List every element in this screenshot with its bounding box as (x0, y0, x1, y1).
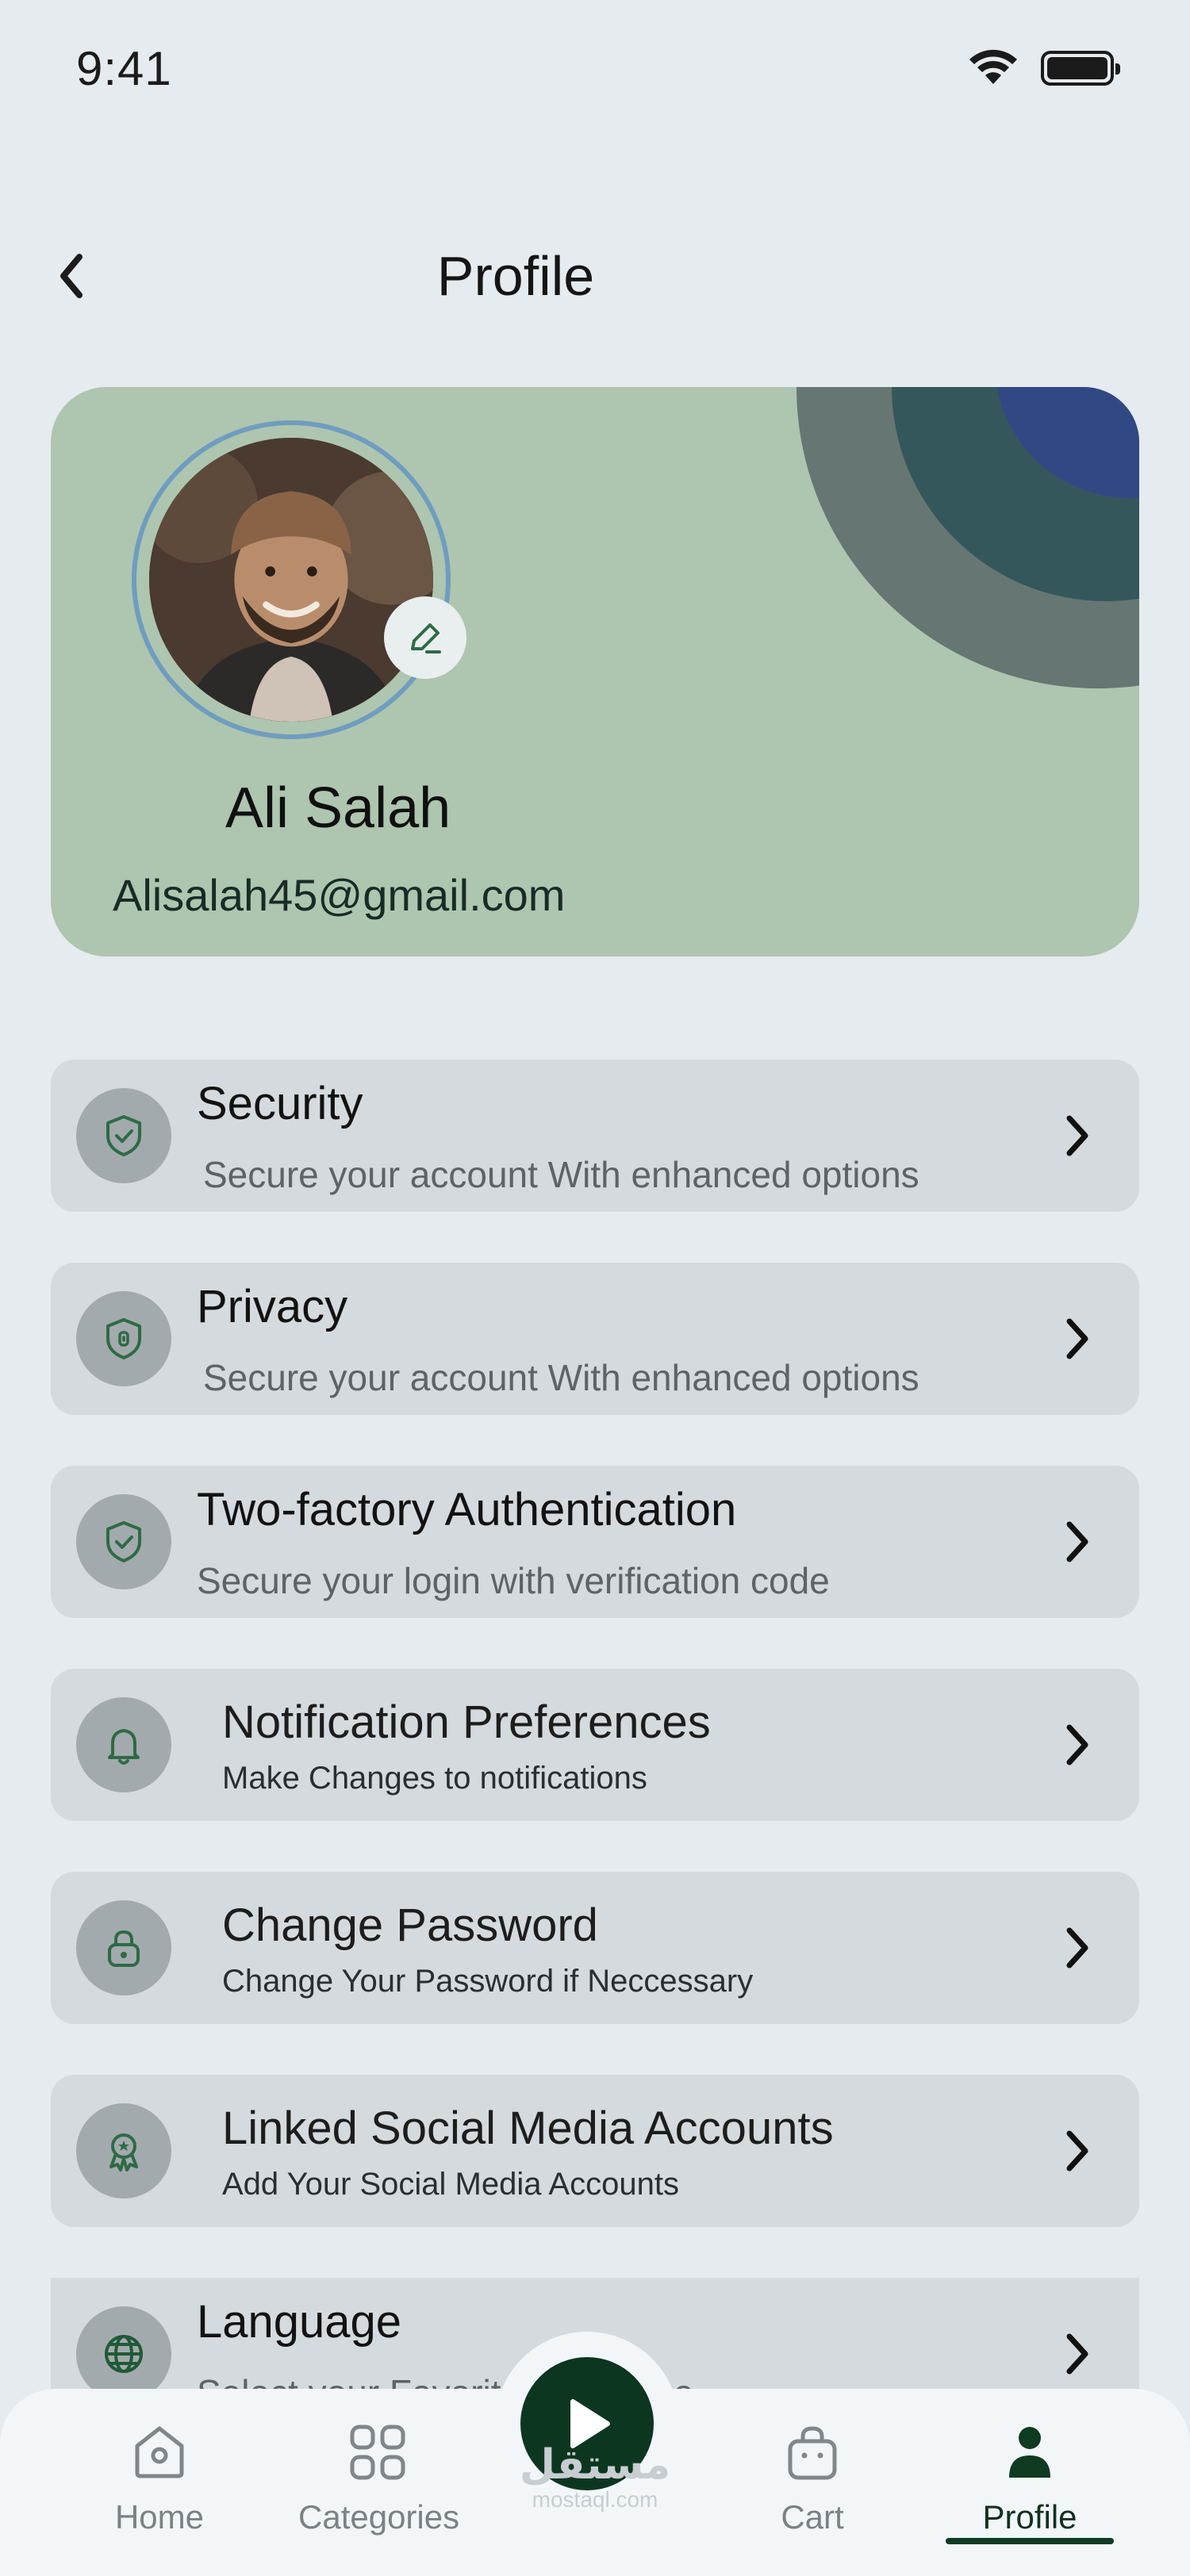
tab-label: Categories (298, 2498, 460, 2536)
settings-item-change-password[interactable]: Change Password Change Your Password if … (51, 1872, 1139, 2024)
home-icon (135, 2426, 184, 2478)
tab-label: Cart (781, 2498, 844, 2536)
watermark-arabic: مستقل (519, 2442, 671, 2488)
tab-home[interactable]: Home (80, 2421, 239, 2536)
shield-lock-icon (76, 1291, 171, 1386)
settings-item-title: Linked Social Media Accounts (222, 2103, 834, 2154)
shield-check-icon (76, 1494, 171, 1589)
edit-avatar-button[interactable] (384, 596, 466, 679)
bell-icon (76, 1697, 171, 1792)
categories-icon (350, 2425, 405, 2480)
avatar[interactable] (149, 438, 433, 722)
tab-profile[interactable]: Profile (950, 2421, 1109, 2536)
watermark-latin: mostaql.com (532, 2487, 658, 2512)
status-time: 9:41 (76, 42, 172, 95)
bag-icon (788, 2426, 837, 2480)
watermark: مستقل mostaql.com (516, 2443, 674, 2513)
tab-label: Home (114, 2498, 205, 2536)
chevron-right-icon (1066, 1115, 1088, 1156)
settings-item-title: Two-factory Authentication (197, 1484, 737, 1535)
globe-icon (76, 2306, 171, 2402)
settings-item-linked-social[interactable]: Linked Social Media Accounts Add Your So… (51, 2075, 1139, 2227)
tab-categories[interactable]: Categories (298, 2421, 460, 2536)
settings-item-privacy[interactable]: Privacy Secure your account With enhance… (51, 1263, 1139, 1415)
settings-item-subtitle: Secure your account With enhanced option… (203, 1357, 919, 1398)
page-title: Profile (436, 245, 595, 307)
settings-item-subtitle: Secure your login with verification code (197, 1560, 830, 1601)
settings-item-subtitle: Add Your Social Media Accounts (222, 2167, 679, 2202)
lock-icon (76, 1900, 171, 1995)
chevron-right-icon (1066, 1927, 1088, 1968)
avatar-photo (149, 438, 433, 722)
chevron-right-icon (1066, 1318, 1088, 1359)
chevron-right-icon (1066, 1724, 1088, 1765)
tab-cart[interactable]: Cart (733, 2421, 892, 2536)
tab-label: Profile (982, 2498, 1077, 2536)
profile-email: Alisalah45@gmail.com (113, 870, 566, 920)
battery-icon (1041, 51, 1120, 86)
status-icons (968, 49, 1120, 87)
settings-item-two-factor[interactable]: Two-factory Authentication Secure your l… (51, 1466, 1139, 1618)
user-icon (1009, 2427, 1050, 2478)
settings-item-title: Security (197, 1078, 363, 1129)
settings-item-subtitle: Change Your Password if Neccessary (222, 1964, 754, 1999)
settings-item-subtitle: Secure your account With enhanced option… (203, 1154, 919, 1195)
award-icon (76, 2103, 171, 2198)
settings-item-title: Change Password (222, 1899, 598, 1951)
avatar-ring (132, 420, 451, 739)
wifi-icon (969, 49, 1017, 84)
settings-item-title: Privacy (197, 1281, 348, 1332)
settings-item-notifications[interactable]: Notification Preferences Make Changes to… (51, 1669, 1139, 1821)
profile-card: Ali Salah Alisalah45@gmail.com (51, 387, 1139, 956)
settings-item-title: Language (197, 2296, 402, 2348)
settings-item-subtitle: Make Changes to notifications (222, 1761, 647, 1796)
settings-item-title: Notification Preferences (222, 1696, 711, 1748)
settings-item-security[interactable]: Security Secure your account With enhanc… (51, 1060, 1139, 1212)
pencil-icon (411, 623, 441, 654)
chevron-right-icon (1066, 2333, 1088, 2375)
shield-check-icon (76, 1088, 171, 1183)
profile-name: Ali Salah (225, 776, 451, 840)
chevron-right-icon (1066, 2130, 1088, 2172)
active-tab-indicator (946, 2538, 1114, 2544)
chevron-right-icon (1066, 1521, 1088, 1562)
